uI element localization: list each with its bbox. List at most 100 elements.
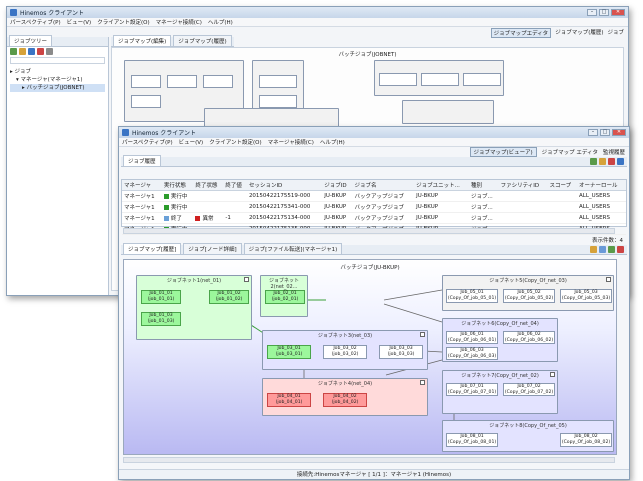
back-job[interactable] xyxy=(131,95,161,108)
collapse-icon[interactable] xyxy=(244,277,249,282)
tab-jobmap-history[interactable]: ジョブマップ(履歴) xyxy=(173,35,232,46)
table-row[interactable]: マネージャ1 実行中 20150422175341-000 JU-BKUP バックアップ… xyxy=(122,201,626,213)
tab-file-transfer[interactable]: ジョブ[ファイル転送](マネージャ1) xyxy=(243,243,343,254)
jobnet-group[interactable]: ジョブネット8(Copy_Of_net_05) Job_08_01 (Copy_… xyxy=(442,420,614,452)
menu-perspective[interactable]: パースペクティブ(P) xyxy=(10,18,61,26)
stop-icon[interactable] xyxy=(617,246,624,253)
table-row[interactable]: マネージャ1 実行中 20150422175519-000 JU-BKUP バックアップ… xyxy=(122,190,626,202)
maximize-button[interactable]: □ xyxy=(600,129,610,136)
collapse-icon[interactable] xyxy=(420,332,425,337)
table-row[interactable]: マネージャ1 終了 異常 -1 20150422175134-000 JU-BKUP バック… xyxy=(122,212,626,224)
back-job[interactable] xyxy=(167,75,197,88)
col-session-id[interactable]: セッションID xyxy=(246,180,323,191)
tab-job-history[interactable]: ジョブ履歴 xyxy=(123,155,161,166)
folder-icon[interactable] xyxy=(19,48,26,55)
edit-icon[interactable] xyxy=(28,48,35,55)
zoom-out-icon[interactable] xyxy=(599,246,606,253)
col-end-value[interactable]: 終了値 xyxy=(223,180,247,191)
menu-manager-connect[interactable]: マネージャ接続(C) xyxy=(268,138,314,146)
tree-node-root[interactable]: ▸ ジョブ xyxy=(10,68,105,76)
job-node[interactable]: Job_06_03 (Copy_Of_job_06_03) xyxy=(446,347,498,360)
jobnet-group[interactable]: ジョブネット7(Copy_Of_net_02) Job_07_01 (Copy_… xyxy=(442,370,558,414)
job-node[interactable]: Job_05_02 (Copy_Of_job_05_02) xyxy=(503,289,555,303)
back-job[interactable] xyxy=(379,73,417,86)
job-node[interactable]: Job_04_01 (job_04_01) xyxy=(267,393,311,407)
perspective-job[interactable]: ジョブ xyxy=(607,28,624,38)
jobnet-group[interactable]: ジョブネット3(net_03) Job_03_01 (job_03_01) Jo… xyxy=(262,330,428,370)
back-job[interactable] xyxy=(203,75,233,88)
tab-jobmap-edit[interactable]: ジョブマップ(編集) xyxy=(113,35,172,46)
delete-icon[interactable] xyxy=(37,48,44,55)
job-node[interactable]: Job_03_02 (job_03_02) xyxy=(323,345,367,359)
minimize-button[interactable]: – xyxy=(588,129,598,136)
close-button[interactable]: ✕ xyxy=(611,9,625,16)
jobnet-group[interactable]: ジョブネット4(net_04) Job_04_01 (job_04_01) Jo… xyxy=(262,378,428,416)
jobnet-group[interactable]: ジョブネット1(net_01) Job_01_01 (job_01_01) Jo… xyxy=(136,275,252,340)
refresh-icon[interactable] xyxy=(46,48,53,55)
menu-help[interactable]: ヘルプ(H) xyxy=(320,138,345,146)
col-facility-id[interactable]: ファシリティID xyxy=(498,180,548,191)
add-icon[interactable] xyxy=(10,48,17,55)
job-node[interactable]: Job_01_01 (job_01_01) xyxy=(141,290,181,304)
col-manager[interactable]: マネージャ xyxy=(122,180,162,191)
col-scope[interactable]: スコープ xyxy=(547,180,578,191)
perspective-map-viewer[interactable]: ジョブマップ(ビューア) xyxy=(469,147,537,157)
menu-perspective[interactable]: パースペクティブ(P) xyxy=(122,138,173,146)
menu-view[interactable]: ビュー(V) xyxy=(67,18,92,26)
menu-help[interactable]: ヘルプ(H) xyxy=(208,18,233,26)
start-icon[interactable] xyxy=(590,158,597,165)
job-node[interactable]: Job_03_01 (job_03_01) xyxy=(267,345,311,359)
job-node[interactable]: Job_01_03 (job_01_03) xyxy=(141,312,181,326)
job-node[interactable]: Job_07_01 (Copy_Of_job_07_01) xyxy=(446,383,498,396)
history-hscrollbar[interactable] xyxy=(123,228,615,234)
job-node[interactable]: Job_08_01 (Copy_Of_job_08_01) xyxy=(446,433,498,447)
menu-view[interactable]: ビュー(V) xyxy=(179,138,204,146)
tab-jobmap-history[interactable]: ジョブマップ[履歴] xyxy=(123,243,182,254)
map-hscrollbar[interactable] xyxy=(123,457,615,463)
col-job-name[interactable]: ジョブ名 xyxy=(352,180,415,191)
job-node[interactable]: Job_08_02 (Copy_Of_job_08_02) xyxy=(560,433,612,447)
job-node[interactable]: Job_01_02 (job_01_02) xyxy=(209,290,249,304)
col-type[interactable]: 種別 xyxy=(468,180,499,191)
jobmap-canvas[interactable]: バッチジョブ(JU-BKUP) ジョブネット1(net_01) Job_01_0… xyxy=(123,259,617,455)
col-end-status[interactable]: 終了状態 xyxy=(193,180,224,191)
minimize-button[interactable]: – xyxy=(587,9,597,16)
menu-manager-connect[interactable]: マネージャ接続(C) xyxy=(156,18,202,26)
collapse-icon[interactable] xyxy=(606,277,611,282)
job-node[interactable]: Job_05_03 (Copy_Of_job_05_03) xyxy=(560,289,612,303)
job-node[interactable]: Job_05_01 (Copy_Of_job_05_01) xyxy=(446,289,498,303)
maximize-button[interactable]: □ xyxy=(599,9,609,16)
close-button[interactable]: ✕ xyxy=(612,129,626,136)
col-job-id[interactable]: ジョブID xyxy=(322,180,353,191)
jobnet-group[interactable]: ジョブネット2(net_02... Job_02_01 (job_02_01) xyxy=(260,275,308,317)
perspective-map-editor[interactable]: ジョブマップエディタ xyxy=(490,28,552,38)
jobnet-group[interactable]: ジョブネット6(Copy_Of_net_04) Job_06_01 (Copy_… xyxy=(442,318,558,362)
tree-filter-input[interactable] xyxy=(10,57,105,64)
stop-icon[interactable] xyxy=(608,158,615,165)
suspend-icon[interactable] xyxy=(599,158,606,165)
col-job-unit[interactable]: ジョブユニット... xyxy=(414,180,469,191)
menu-client-settings[interactable]: クライアント設定(O) xyxy=(97,18,149,26)
collapse-icon[interactable] xyxy=(420,380,425,385)
job-node[interactable]: Job_06_02 (Copy_Of_job_06_02) xyxy=(503,331,555,344)
tree-node-manager[interactable]: ▾ マネージャ(マネージャ1) xyxy=(10,76,105,84)
perspective-monitor-history[interactable]: 監視履歴 xyxy=(603,148,625,156)
jobnet-group[interactable]: ジョブネット5(Copy_Of_net_03) Job_05_01 (Copy_… xyxy=(442,275,614,311)
perspective-map-editor[interactable]: ジョブマップ エディタ xyxy=(542,148,598,156)
back-job[interactable] xyxy=(259,95,297,108)
tree-node-jobnet[interactable]: ▸ バッチジョブ(JOBNET) xyxy=(10,84,105,92)
back-job[interactable] xyxy=(463,73,501,86)
job-node[interactable]: Job_06_01 (Copy_Of_job_06_01) xyxy=(446,331,498,344)
tab-node-detail[interactable]: ジョブ[ノード詳細] xyxy=(183,243,242,254)
back-group-5[interactable] xyxy=(402,100,494,124)
collapse-icon[interactable] xyxy=(550,372,555,377)
col-run-status[interactable]: 実行状態 xyxy=(161,180,194,191)
perspective-map-history[interactable]: ジョブマップ(履歴) xyxy=(555,28,603,38)
job-node[interactable]: Job_04_02 (job_04_02) xyxy=(323,393,367,407)
filter-icon[interactable] xyxy=(617,158,624,165)
back-group-3[interactable] xyxy=(374,60,504,96)
back-job[interactable] xyxy=(421,73,459,86)
job-node[interactable]: Job_03_03 (job_03_03) xyxy=(379,345,423,359)
tab-job-tree[interactable]: ジョブツリー xyxy=(9,35,53,46)
menu-client-settings[interactable]: クライアント設定(O) xyxy=(209,138,261,146)
